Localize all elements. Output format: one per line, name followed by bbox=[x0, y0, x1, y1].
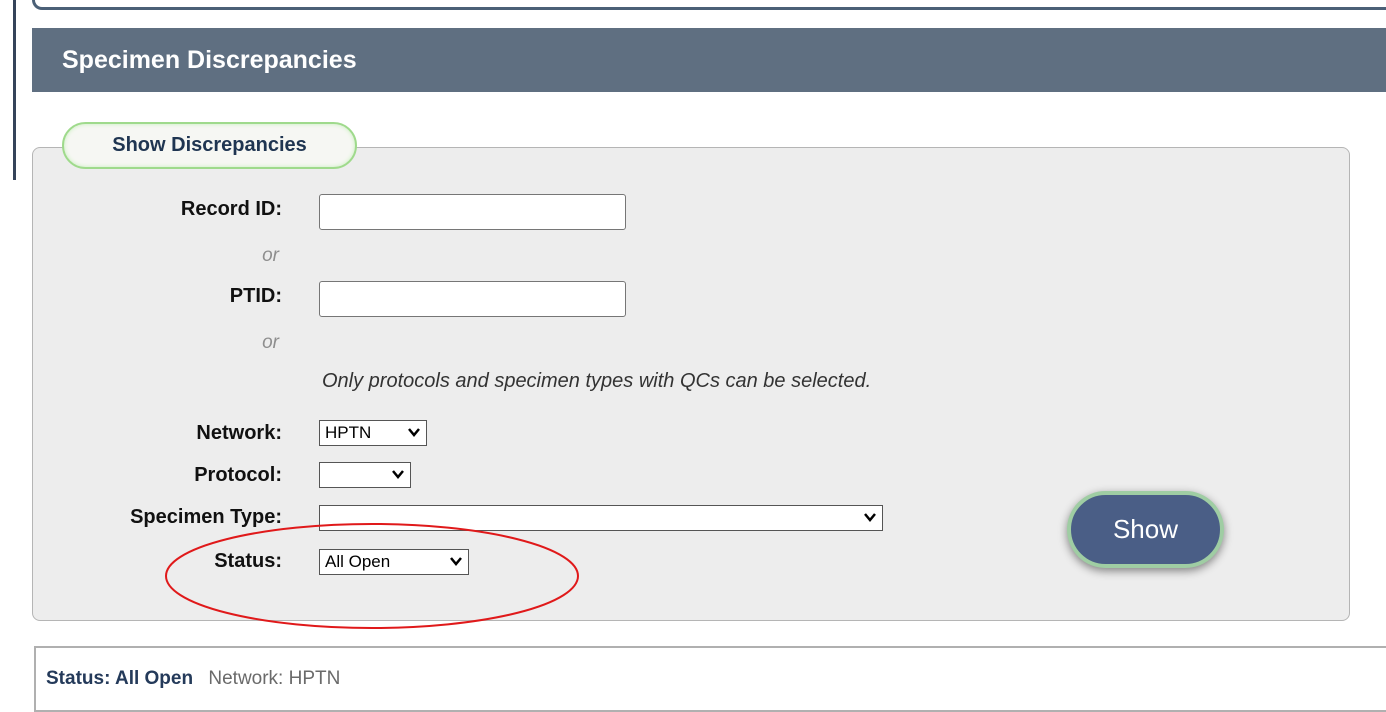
left-window-edge bbox=[13, 0, 16, 180]
chevron-down-icon bbox=[408, 428, 420, 437]
network-filter-text: Network: HPTN bbox=[208, 668, 341, 689]
network-select-value: HPTN bbox=[325, 423, 372, 442]
highlight-circle-annotation bbox=[165, 523, 579, 629]
or-separator-2: or bbox=[262, 332, 279, 353]
protocol-select[interactable] bbox=[319, 462, 411, 488]
network-label: Network: bbox=[196, 422, 282, 444]
chevron-down-icon bbox=[864, 513, 876, 522]
status-filter-text: Status: All Open bbox=[46, 668, 194, 689]
top-panel-edge bbox=[32, 0, 1386, 10]
network-select[interactable]: HPTN bbox=[319, 420, 427, 446]
chevron-down-icon bbox=[392, 470, 404, 479]
qc-selection-note: Only protocols and specimen types with Q… bbox=[322, 370, 872, 392]
show-discrepancies-legend: Show Discrepancies bbox=[62, 122, 357, 169]
or-separator-1: or bbox=[262, 245, 279, 266]
protocol-label: Protocol: bbox=[194, 464, 282, 486]
page-title: Specimen Discrepancies bbox=[32, 28, 1386, 92]
record-id-label: Record ID: bbox=[180, 198, 282, 220]
ptid-input[interactable] bbox=[319, 281, 626, 317]
record-id-input[interactable] bbox=[319, 194, 626, 230]
results-status-bar: Status: All Open Network: HPTN bbox=[34, 646, 1386, 712]
show-button[interactable]: Show bbox=[1067, 491, 1224, 568]
ptid-label: PTID: bbox=[229, 285, 282, 307]
